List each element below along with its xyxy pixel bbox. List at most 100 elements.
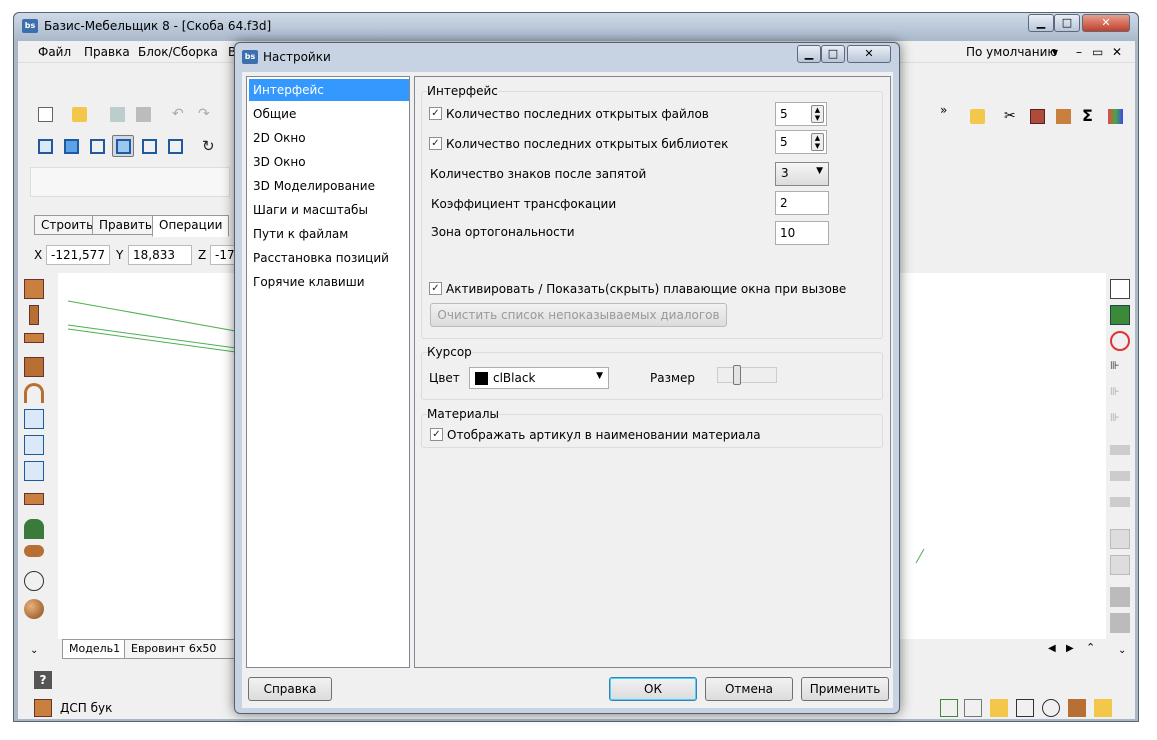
box-icon[interactable]	[1068, 699, 1086, 717]
mdi-close-icon[interactable]: ✕	[1112, 45, 1122, 59]
export-icon[interactable]	[1110, 305, 1130, 325]
horizontal-panel-icon[interactable]	[24, 333, 44, 343]
profile-select[interactable]: По умолчанию	[966, 45, 1058, 59]
tree-icon[interactable]	[940, 699, 958, 717]
floating-windows-checkbox[interactable]: ✓	[429, 282, 442, 295]
cursor-color-select[interactable]: clBlack ▼	[469, 367, 609, 389]
maximize-button[interactable]: □	[1054, 14, 1080, 32]
horizontal-size-icon[interactable]	[24, 461, 44, 481]
article-checkbox[interactable]: ✓	[430, 428, 443, 441]
slider-thumb[interactable]	[733, 365, 741, 385]
clear-dialogs-button[interactable]: Очистить список непоказываемых диалогов	[430, 303, 727, 327]
notebook-icon[interactable]	[1094, 699, 1112, 717]
nav-file-paths[interactable]: Пути к файлам	[249, 223, 409, 245]
arch-icon[interactable]	[24, 519, 44, 539]
menu-file[interactable]: Файл	[38, 45, 71, 59]
spin-arrows-icon[interactable]: ▲ ▼	[811, 105, 824, 123]
sum-button[interactable]: Σ	[1078, 105, 1100, 127]
nav-positions[interactable]: Расстановка позиций	[249, 247, 409, 269]
drill-icon[interactable]	[24, 571, 44, 591]
more-right-tools-icon[interactable]: ⌄	[1118, 645, 1126, 656]
dialog-maximize-button[interactable]: □	[821, 45, 845, 63]
grid-icon[interactable]	[990, 699, 1008, 717]
shelf-delete-icon[interactable]	[1110, 497, 1130, 507]
vertical-panel-icon[interactable]	[29, 305, 39, 325]
view-shaded-button[interactable]	[112, 135, 134, 157]
zoom-field[interactable]: 2	[775, 191, 829, 215]
recent-files-spinner[interactable]: 5 ▲ ▼	[775, 102, 827, 126]
tab-model1[interactable]: Модель1	[62, 639, 128, 659]
tab-next-icon[interactable]: ▶	[1066, 643, 1074, 654]
recent-files-checkbox[interactable]: ✓	[429, 107, 442, 120]
target-icon[interactable]	[1110, 331, 1130, 351]
vertical-size-icon[interactable]	[24, 435, 44, 455]
box-remove-icon[interactable]	[1110, 555, 1130, 575]
profile-icon[interactable]	[24, 493, 44, 505]
materials-button[interactable]	[1104, 105, 1126, 127]
screw-icon[interactable]: ⊪	[1110, 359, 1130, 379]
toolbar-overflow-icon[interactable]: »	[940, 103, 947, 117]
cancel-button[interactable]: Отмена	[705, 677, 793, 701]
door-open-icon[interactable]	[1110, 613, 1130, 633]
library-button[interactable]	[966, 105, 988, 127]
minimize-button[interactable]: ▁	[1028, 14, 1054, 32]
tab-build[interactable]: Строить	[34, 215, 101, 235]
dialog-close-button[interactable]: ✕	[847, 45, 891, 63]
curved-panel-icon[interactable]	[24, 383, 44, 403]
spin-arrows-icon[interactable]: ▲ ▼	[811, 133, 824, 151]
mdi-restore-icon[interactable]: ▭	[1092, 45, 1103, 59]
mdi-minimize-icon[interactable]: –	[1076, 45, 1082, 59]
help-icon[interactable]: ?	[34, 671, 52, 689]
stamp-button[interactable]	[1052, 105, 1074, 127]
x-coord-field[interactable]: -121,577	[46, 245, 110, 265]
frame-icon[interactable]	[24, 409, 44, 429]
door-icon[interactable]	[1110, 587, 1130, 607]
tab-eurovint[interactable]: Евровинт 6х50 плас	[124, 639, 244, 659]
ortho-field[interactable]: 10	[775, 221, 829, 245]
nav-steps-scales[interactable]: Шаги и масштабы	[249, 199, 409, 221]
cabinet-button[interactable]	[1026, 105, 1048, 127]
clock-icon[interactable]	[1016, 699, 1034, 717]
view-solid-button[interactable]	[60, 135, 82, 157]
tab-edit[interactable]: Править	[92, 215, 159, 235]
profile-dropdown-icon[interactable]: ▾	[1052, 45, 1058, 59]
nav-3d-window[interactable]: 3D Окно	[249, 151, 409, 173]
view-front-button[interactable]	[34, 135, 56, 157]
help-button[interactable]: Справка	[248, 677, 332, 701]
shelf-icon[interactable]	[1110, 445, 1130, 455]
screw-add-icon[interactable]: ⊪	[1110, 385, 1130, 405]
box-add-icon[interactable]	[1110, 529, 1130, 549]
menu-block[interactable]: Блок/Сборка	[138, 45, 218, 59]
view-wire-button[interactable]	[86, 135, 108, 157]
nav-general[interactable]: Общие	[249, 103, 409, 125]
undo-button[interactable]: ↶	[168, 103, 190, 125]
recent-libs-checkbox[interactable]: ✓	[429, 137, 442, 150]
shelf-move-icon[interactable]	[1110, 471, 1130, 481]
y-coord-field[interactable]: 18,833	[128, 245, 192, 265]
tab-prev-icon[interactable]: ◀	[1048, 643, 1056, 654]
more-tools-icon[interactable]: ⌄	[30, 645, 38, 656]
view-iso-button[interactable]	[164, 135, 186, 157]
menu-edit[interactable]: Правка	[84, 45, 130, 59]
new-file-button[interactable]	[34, 103, 56, 125]
decimals-select[interactable]: 3 ▼	[775, 162, 829, 186]
nav-3d-modeling[interactable]: 3D Моделирование	[249, 175, 409, 197]
band-icon[interactable]	[24, 545, 44, 557]
dialog-minimize-button[interactable]: ▁	[797, 45, 821, 63]
cursor-size-slider[interactable]	[717, 363, 779, 389]
ok-button[interactable]: ОК	[609, 677, 697, 701]
screw-remove-icon[interactable]: ⊪	[1110, 411, 1130, 431]
view-persp-button[interactable]	[138, 135, 160, 157]
edit-icon[interactable]	[964, 699, 982, 717]
cut-button[interactable]: ✂	[1000, 105, 1022, 127]
apply-button[interactable]: Применить	[801, 677, 889, 701]
rotate-button[interactable]: ↻	[198, 135, 220, 157]
panel-icon[interactable]	[24, 279, 44, 299]
texture-ball-icon[interactable]	[24, 599, 44, 619]
print-button[interactable]	[132, 103, 154, 125]
nav-interface[interactable]: Интерфейс	[249, 79, 409, 101]
tab-operations[interactable]: Операции	[152, 215, 230, 237]
redo-button[interactable]: ↷	[194, 103, 216, 125]
back-panel-icon[interactable]	[24, 357, 44, 377]
tab-up-icon[interactable]: ⌃	[1086, 641, 1095, 654]
